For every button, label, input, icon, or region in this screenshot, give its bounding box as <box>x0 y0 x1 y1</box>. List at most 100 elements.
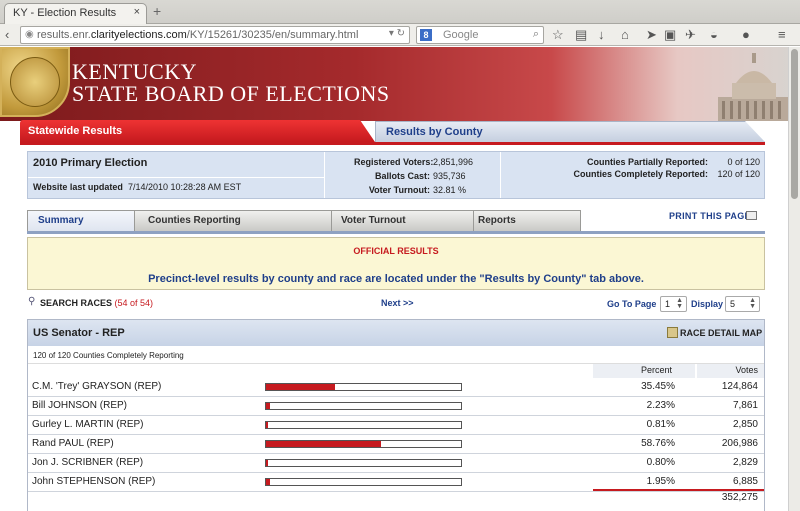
goto-page-select[interactable]: 1 ▲ ▼ <box>660 296 687 312</box>
turnout-label: Voter Turnout: <box>368 185 430 195</box>
turnout-value: 32.81 % <box>433 185 467 195</box>
magnifier-icon[interactable]: ⚲ <box>28 296 35 307</box>
election-name: 2010 Primary Election <box>33 157 148 169</box>
display-count-label: Display <box>691 299 724 309</box>
spinner-arrows-icon: ▲ ▼ <box>749 297 756 310</box>
candidate-votes: 2,850 <box>732 419 758 430</box>
search-races-label: SEARCH RACES <box>40 298 113 308</box>
vote-share-fill <box>266 460 268 466</box>
scrollbar-thumb[interactable] <box>791 49 798 199</box>
url-prefix: results.enr. <box>37 29 91 41</box>
candidate-percent: 58.76% <box>641 438 675 449</box>
candidate-percent: 0.80% <box>646 457 675 468</box>
vote-share-bar <box>265 478 462 486</box>
vote-share-fill <box>266 441 381 447</box>
addon-icon[interactable]: ✈ <box>685 26 696 44</box>
tab-summary[interactable]: Summary <box>27 210 135 231</box>
candidate-name: Rand PAUL (REP) <box>32 438 114 449</box>
total-votes: 352,275 <box>721 492 758 503</box>
race-panel: US Senator - REP RACE DETAIL MAP 120 of … <box>27 319 765 511</box>
tab-statewide-results[interactable]: Statewide Results <box>20 120 375 142</box>
back-icon[interactable]: ‹ <box>5 26 9 44</box>
tab-results-by-county[interactable]: Results by County <box>375 121 765 142</box>
tab-counties-reporting[interactable]: Counties Reporting <box>127 210 332 231</box>
candidate-votes: 7,861 <box>732 400 758 411</box>
browser-nav-bar: ‹ ◉ results.enr.clarityelections.com/KY/… <box>0 24 800 46</box>
official-results-notice: OFFICIAL RESULTS Precinct-level results … <box>27 237 765 290</box>
candidate-name: C.M. 'Trey' GRAYSON (REP) <box>32 381 162 392</box>
updated-label: Website last updated <box>33 182 123 192</box>
candidate-row: Gurley L. MARTIN (REP) 0.81% 2,850 <box>28 416 764 435</box>
display-count-select[interactable]: 5 ▲ ▼ <box>725 296 760 312</box>
vote-share-bar <box>265 421 462 429</box>
new-tab-button[interactable]: + <box>153 3 161 19</box>
vertical-scrollbar[interactable] <box>788 47 800 511</box>
partial-label: Counties Partially Reported: <box>586 157 708 167</box>
race-reporting-status: 120 of 120 Counties Completely Reporting <box>33 351 184 360</box>
candidate-percent: 2.23% <box>646 400 675 411</box>
search-icon[interactable]: ⌕ <box>533 28 539 41</box>
vote-share-fill <box>266 384 336 390</box>
globe-addon-icon[interactable]: ● <box>742 26 750 44</box>
tab-title: KY - Election Results <box>13 7 117 19</box>
print-page-link[interactable]: PRINT THIS PAGE <box>669 211 751 221</box>
browser-tab[interactable]: KY - Election Results × <box>4 3 147 24</box>
tab-voter-turnout[interactable]: Voter Turnout <box>324 210 474 231</box>
candidate-percent: 0.81% <box>646 419 675 430</box>
globe-icon: ◉ <box>25 29 34 40</box>
reload-icon[interactable]: ▾ ↻ <box>389 28 405 39</box>
search-input[interactable]: 8 Google ⌕ <box>416 26 544 44</box>
url-bar[interactable]: ◉ results.enr.clarityelections.com/KY/15… <box>20 26 410 44</box>
menu-icon[interactable]: ≡ <box>778 26 786 44</box>
vote-share-bar <box>265 402 462 410</box>
map-icon[interactable] <box>667 327 678 338</box>
race-header: US Senator - REP RACE DETAIL MAP <box>28 320 764 346</box>
vote-share-bar <box>265 383 462 391</box>
total-divider <box>593 489 764 491</box>
goto-page-value: 1 <box>665 299 671 309</box>
complete-label: Counties Completely Reported: <box>573 169 708 179</box>
tab-reports[interactable]: Reports <box>467 210 581 231</box>
capitol-dome-image <box>718 53 788 121</box>
complete-value: 120 of 120 <box>717 169 760 179</box>
updated-value: 7/14/2010 10:28:28 AM EST <box>128 182 242 192</box>
home-icon[interactable]: ⌂ <box>621 26 629 44</box>
notice-title: OFFICIAL RESULTS <box>353 246 439 256</box>
search-races-link[interactable]: SEARCH RACES (54 of 54) <box>40 298 153 308</box>
race-title: US Senator - REP <box>33 327 125 339</box>
candidate-name: John STEPHENSON (REP) <box>32 476 156 487</box>
candidate-row: Jon J. SCRIBNER (REP) 0.80% 2,829 <box>28 454 764 473</box>
race-detail-map-link[interactable]: RACE DETAIL MAP <box>680 328 762 338</box>
page-banner: KENTUCKY STATE BOARD OF ELECTIONS <box>0 47 788 121</box>
election-info-panel: 2010 Primary Election Website last updat… <box>27 151 765 199</box>
candidate-name: Gurley L. MARTIN (REP) <box>32 419 144 430</box>
next-page-link[interactable]: Next >> <box>381 298 414 308</box>
main-tabs: Statewide Results Results by County <box>20 120 765 142</box>
ballots-label: Ballots Cast: <box>374 171 430 181</box>
vote-share-bar <box>265 440 462 448</box>
reading-list-icon[interactable]: ▤ <box>575 26 587 44</box>
search-placeholder: Google <box>443 29 479 41</box>
candidate-row: C.M. 'Trey' GRAYSON (REP) 35.45% 124,864 <box>28 378 764 397</box>
candidate-name: Jon J. SCRIBNER (REP) <box>32 457 144 468</box>
candidate-votes: 6,885 <box>732 476 758 487</box>
send-icon[interactable]: ➤ <box>646 26 657 44</box>
banner-title-line2: STATE BOARD OF ELECTIONS <box>72 81 390 106</box>
goto-page-label: Go To Page <box>607 299 657 309</box>
candidate-row: Bill JOHNSON (REP) 2.23% 7,861 <box>28 397 764 416</box>
ballots-value: 935,736 <box>433 171 466 181</box>
registered-label: Registered Voters: <box>354 157 434 167</box>
candidate-votes: 2,829 <box>732 457 758 468</box>
printer-icon[interactable] <box>746 211 757 220</box>
column-header-votes: Votes <box>697 364 764 378</box>
pocket-icon[interactable]: ◒ <box>710 26 718 44</box>
download-icon[interactable]: ↓ <box>598 26 605 44</box>
close-icon[interactable]: × <box>134 6 140 18</box>
state-seal-logo <box>0 47 70 117</box>
candidate-votes: 124,864 <box>721 381 758 392</box>
counter-badge-icon[interactable]: ▣ <box>664 26 676 44</box>
candidate-votes: 206,986 <box>721 438 758 449</box>
bookmark-star-icon[interactable]: ☆ <box>552 26 564 44</box>
candidate-percent: 1.95% <box>646 476 675 487</box>
search-engine-icon[interactable]: 8 <box>420 29 432 41</box>
